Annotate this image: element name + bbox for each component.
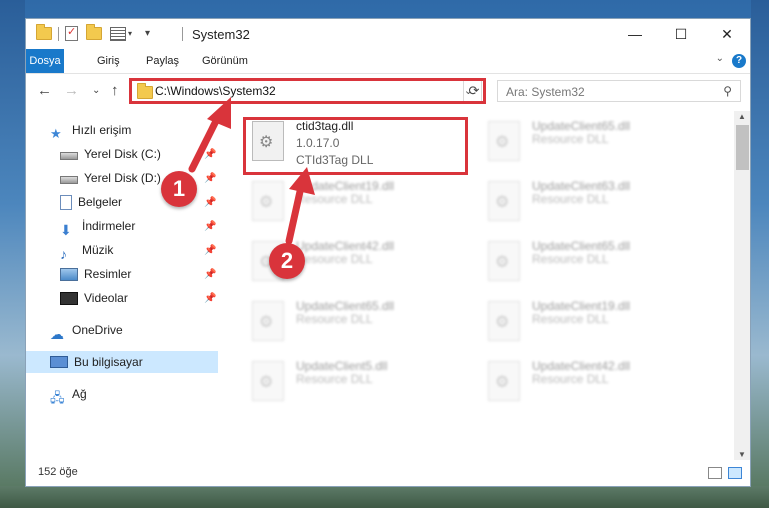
arrow-two-head [289, 167, 315, 195]
file-explorer-window: ▾ ▾ System32 — ☐ ✕ Dosya Giriş Paylaş Gö… [25, 18, 751, 487]
callout-badge-2: 2 [269, 243, 305, 279]
callout-badge-1: 1 [161, 171, 197, 207]
arrow-two [285, 183, 305, 245]
desktop-background-bottom [0, 486, 769, 508]
desktop-background-right [751, 0, 769, 508]
desktop-background-left [0, 0, 25, 508]
arrow-one [188, 113, 222, 173]
annotation-arrows [188, 97, 315, 245]
